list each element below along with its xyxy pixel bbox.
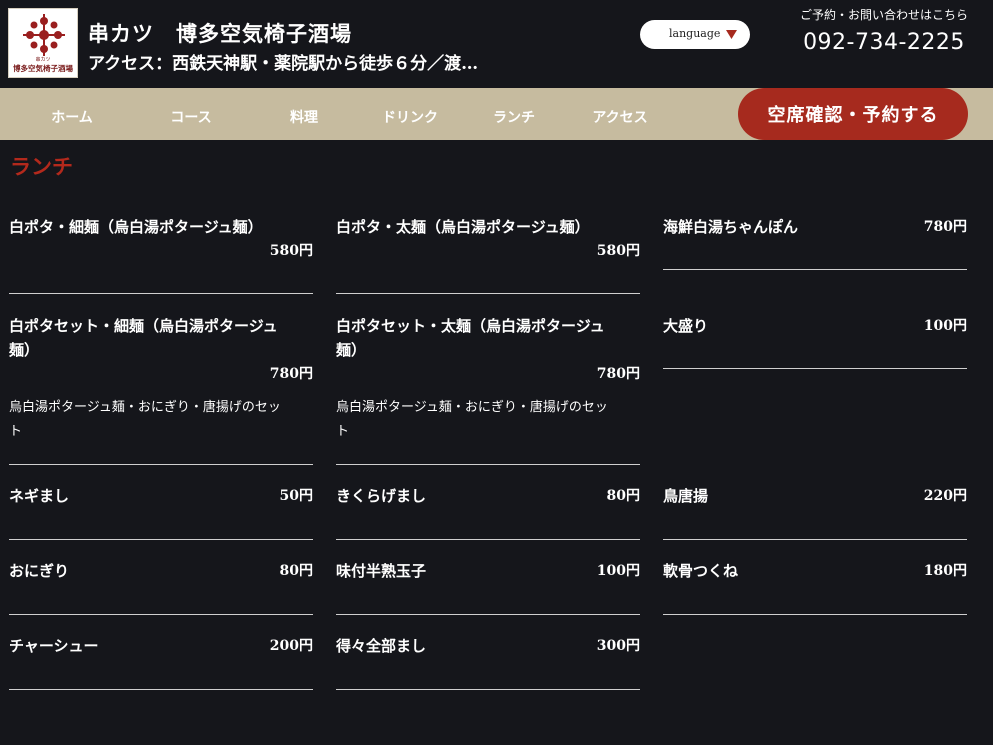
divider xyxy=(9,539,313,540)
menu-item-name: 白ポタセット・細麺（烏白湯ポタージュ xyxy=(9,317,278,335)
access-info: アクセス：西鉄天神駅・薬院駅から徒歩６分／渡… xyxy=(88,54,479,74)
divider xyxy=(336,689,640,690)
menu-item[interactable]: ネギまし 50円 xyxy=(9,484,313,540)
menu-item[interactable]: 鳥唐揚 220円 xyxy=(663,484,967,540)
menu-item-name: 白ポタ・太麺（烏白湯ポタージュ麺） xyxy=(336,218,590,236)
language-label: language xyxy=(669,27,721,40)
menu-item-name: 白ポタ・細麺（烏白湯ポタージュ麺） xyxy=(9,218,263,236)
logo-caption-small: 串カツ xyxy=(35,57,51,63)
menu-item[interactable]: 白ポタ・細麺（烏白湯ポタージュ麺） 580円 xyxy=(9,215,313,295)
menu-item-name: 得々全部まし xyxy=(336,637,427,655)
menu-item-description: 烏白湯ポタージュ麺・おにぎり・唐揚げのセッ xyxy=(336,400,608,415)
reserve-button[interactable]: 空席確認・予約する xyxy=(738,88,968,140)
section-title: ランチ xyxy=(10,154,73,179)
menu-item-price: 780円 xyxy=(923,219,967,235)
divider xyxy=(663,368,967,369)
divider xyxy=(9,464,313,465)
nav-item-lunch[interactable]: ランチ xyxy=(464,107,564,127)
divider xyxy=(9,689,313,690)
menu-item[interactable]: チャーシュー 200円 xyxy=(9,634,313,690)
menu-item[interactable]: 得々全部まし 300円 xyxy=(336,634,640,690)
menu-item-name-cont: 麺） xyxy=(336,341,367,359)
shop-logo[interactable]: 串カツ 博多空気椅子酒場 xyxy=(8,8,78,78)
menu-item[interactable]: 白ポタセット・太麺（烏白湯ポタージュ 麺） 780円 烏白湯ポタージュ麺・おにぎ… xyxy=(336,314,640,466)
menu-item[interactable]: 大盛り 100円 xyxy=(663,314,967,370)
menu-item[interactable]: おにぎり 80円 xyxy=(9,559,313,615)
menu-item-price: 100円 xyxy=(596,563,640,579)
menu-item-name: おにぎり xyxy=(9,562,70,580)
menu-item-description-cont: ト xyxy=(336,424,350,439)
menu-item-price: 300円 xyxy=(596,638,640,654)
divider xyxy=(336,464,640,465)
menu-item-name: 海鮮白湯ちゃんぽん xyxy=(663,218,799,236)
menu-item-price: 780円 xyxy=(269,366,313,382)
menu-item-description-cont: ト xyxy=(9,424,23,439)
menu-item[interactable]: 海鮮白湯ちゃんぽん 780円 xyxy=(663,215,967,271)
menu-item[interactable]: 味付半熟玉子 100円 xyxy=(336,559,640,615)
menu-item-price: 80円 xyxy=(606,488,640,504)
menu-item-name: 味付半熟玉子 xyxy=(336,562,427,580)
logo-caption: 博多空気椅子酒場 xyxy=(13,64,73,73)
menu-item-price: 580円 xyxy=(596,243,640,259)
menu-item[interactable]: きくらげまし 80円 xyxy=(336,484,640,540)
caret-down-icon xyxy=(726,30,737,39)
menu-item-name: きくらげまし xyxy=(336,487,427,505)
divider xyxy=(9,614,313,615)
nav-item-course[interactable]: コース xyxy=(141,107,241,127)
divider xyxy=(336,614,640,615)
divider xyxy=(336,539,640,540)
menu-item-description: 烏白湯ポタージュ麺・おにぎり・唐揚げのセッ xyxy=(9,400,281,415)
phone-number[interactable]: 092-734-2225 xyxy=(780,30,988,55)
menu-item-price: 780円 xyxy=(596,366,640,382)
logo-emblem-icon xyxy=(23,14,65,56)
menu-item[interactable]: 軟骨つくね 180円 xyxy=(663,559,967,615)
site-header: 串カツ 博多空気椅子酒場 串カツ 博多空気椅子酒場 アクセス：西鉄天神駅・薬院駅… xyxy=(0,0,993,88)
divider xyxy=(9,293,313,294)
menu-item-name: チャーシュー xyxy=(9,637,99,655)
menu-item-name: 軟骨つくね xyxy=(663,562,739,580)
nav-item-food[interactable]: 料理 xyxy=(254,107,354,127)
nav-item-home[interactable]: ホーム xyxy=(22,107,122,127)
nav-item-drink[interactable]: ドリンク xyxy=(360,107,460,127)
menu-item-price: 80円 xyxy=(279,563,313,579)
menu-item-price: 180円 xyxy=(923,563,967,579)
menu-item-price: 220円 xyxy=(923,488,967,504)
menu-item-name: 白ポタセット・太麺（烏白湯ポタージュ xyxy=(336,317,605,335)
menu-item-price: 100円 xyxy=(923,318,967,334)
divider xyxy=(663,614,967,615)
divider xyxy=(336,293,640,294)
divider xyxy=(663,539,967,540)
menu-item-price: 200円 xyxy=(269,638,313,654)
shop-name: 串カツ 博多空気椅子酒場 xyxy=(88,21,352,46)
contact-label: ご予約・お問い合わせはこちら xyxy=(799,8,968,22)
menu-item-price: 580円 xyxy=(269,243,313,259)
menu-item-name: 鳥唐揚 xyxy=(663,487,709,505)
menu-item[interactable]: 白ポタセット・細麺（烏白湯ポタージュ 麺） 780円 烏白湯ポタージュ麺・おにぎ… xyxy=(9,314,313,466)
menu-item-name-cont: 麺） xyxy=(9,341,40,359)
menu-item-name: 大盛り xyxy=(663,317,709,335)
menu-item-price: 50円 xyxy=(279,488,313,504)
divider xyxy=(663,269,967,270)
nav-item-access[interactable]: アクセス xyxy=(570,107,670,127)
menu-item-name: ネギまし xyxy=(9,487,70,505)
menu-item[interactable]: 白ポタ・太麺（烏白湯ポタージュ麺） 580円 xyxy=(336,215,640,295)
language-selector[interactable]: language xyxy=(640,20,750,49)
